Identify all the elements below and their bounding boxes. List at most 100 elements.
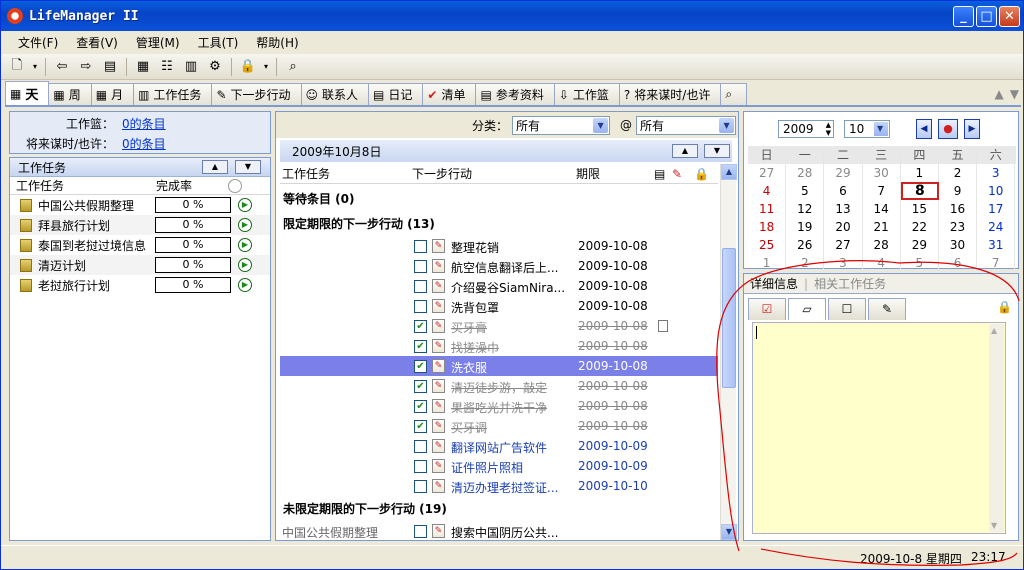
calendar-day[interactable]: 13	[824, 200, 863, 218]
tab-tasks[interactable]: ▥ 工作任务	[133, 83, 213, 105]
task-row[interactable]: 清迈计划 0 % ▶	[10, 255, 270, 275]
scroll-up-icon[interactable]: ▲	[991, 326, 997, 335]
scroll-down-icon[interactable]: ▼	[991, 521, 997, 530]
someday-count-link[interactable]: 0的条目	[122, 135, 166, 152]
action-checkbox[interactable]: ✔	[414, 400, 427, 413]
calendar-day[interactable]: 26	[786, 236, 825, 254]
action-row[interactable]: ✎ 证件照片照相 2009-10-09	[280, 456, 718, 476]
col-due-header[interactable]: 期限	[576, 165, 654, 182]
task-row[interactable]: 拜县旅行计划 0 % ▶	[10, 215, 270, 235]
calendar-day-other-month[interactable]: 1	[748, 254, 787, 272]
action-row[interactable]: ✎ 航空信息翻译后上... 2009-10-08	[280, 256, 718, 276]
action-checkbox[interactable]	[414, 300, 427, 313]
prev-day-button[interactable]: ▲	[672, 144, 698, 158]
tab-day[interactable]: ▦ 天	[5, 81, 50, 105]
task-row[interactable]: 老挝旅行计划 0 % ▶	[10, 275, 270, 295]
calendar-day[interactable]: 9	[939, 182, 978, 200]
action-row[interactable]: ✎ 洗背包罩 2009-10-08	[280, 296, 718, 316]
action-checkbox[interactable]: ✔	[414, 360, 427, 373]
calendar-day[interactable]: 29	[901, 236, 939, 254]
col-next-action-header[interactable]: 下一步行动	[412, 165, 576, 182]
action-checkbox[interactable]	[414, 240, 427, 253]
action-row[interactable]: ✎ 整理花销 2009-10-08	[280, 236, 718, 256]
calendar-day[interactable]: 1	[901, 164, 939, 182]
calendar-day[interactable]: 27	[824, 236, 863, 254]
collapse-down-button[interactable]: ▼	[235, 160, 261, 174]
calendar-day[interactable]: 22	[901, 218, 939, 236]
calendar-day[interactable]: 23	[939, 218, 978, 236]
spinner-arrows-icon[interactable]: ▲ ▼	[826, 121, 831, 137]
action-row[interactable]: ✎ 清迈办理老挝签证... 2009-10-10	[280, 476, 718, 496]
tab-search[interactable]: ⌕	[720, 83, 748, 105]
action-row[interactable]: ✎ 翻译网站广告软件 2009-10-09	[280, 436, 718, 456]
calendar-day[interactable]: 17	[977, 200, 1016, 218]
export-icon[interactable]: ⇨	[76, 57, 96, 77]
tab-related-tasks[interactable]: 相关工作任务	[808, 275, 892, 292]
calendar-day[interactable]: 16	[939, 200, 978, 218]
action-row[interactable]: ✔ ✎ 买牙膏 2009-10-08	[280, 316, 718, 336]
action-row[interactable]: ✔ ✎ 买牙调 2009-10-08	[280, 416, 718, 436]
calendar-day-other-month[interactable]: 7	[977, 254, 1016, 272]
calendar-day[interactable]: 20	[824, 218, 863, 236]
task-row[interactable]: 泰国到老挝过境信息 0 % ▶	[10, 235, 270, 255]
calendar-day[interactable]: 10	[977, 182, 1016, 200]
menu-view[interactable]: 查看(V)	[67, 34, 127, 51]
calendar-day[interactable]: 4	[748, 182, 787, 200]
col-task-header[interactable]: 工作任务	[16, 177, 156, 194]
close-button[interactable]: ✕	[999, 6, 1020, 27]
tab-detail-info[interactable]: 详细信息	[744, 275, 804, 292]
action-row[interactable]: 中国公共假期整理 ✎ 搜索中国阴历公共...	[280, 521, 718, 538]
month-select[interactable]: 10 ▼	[844, 120, 890, 138]
group-dated[interactable]: 限定期限的下一步行动 (13)	[280, 211, 718, 236]
database-icon[interactable]: ▤	[100, 57, 120, 77]
calendar-day[interactable]: 15	[901, 200, 939, 218]
tab-scroll-down-icon[interactable]: ▼	[1010, 87, 1019, 101]
calendar-day-other-month[interactable]: 27	[748, 164, 787, 182]
calendar-day[interactable]: 25	[748, 236, 787, 254]
next-day-button[interactable]: ▼	[704, 144, 730, 158]
calendar-day[interactable]: 5	[786, 182, 825, 200]
action-checkbox[interactable]: ✔	[414, 340, 427, 353]
vertical-scrollbar[interactable]: ▲ ▼	[720, 164, 737, 540]
col-rate-header[interactable]: 完成率	[156, 177, 226, 194]
note-icon[interactable]: ▱	[788, 298, 826, 320]
completion-rate-field[interactable]: 0 %	[155, 217, 231, 233]
category-select[interactable]: 所有 ▼	[512, 115, 611, 135]
calendar-day[interactable]: 6	[824, 182, 863, 200]
calendar-day-other-month[interactable]: 2	[786, 254, 825, 272]
tab-week[interactable]: ▦ 周	[48, 83, 92, 105]
calendar-day[interactable]: 14	[863, 200, 901, 218]
title-bar[interactable]: LifeManager II _ □ ✕	[1, 1, 1023, 31]
action-row[interactable]: ✔ ✎ 清迈徒步游，敲定 2009-10-08	[280, 376, 718, 396]
action-checkbox[interactable]	[414, 260, 427, 273]
calendar-day[interactable]: 28	[863, 236, 901, 254]
completion-rate-field[interactable]: 0 %	[155, 277, 231, 293]
menu-help[interactable]: 帮助(H)	[247, 34, 307, 51]
calendar-day-other-month[interactable]: 6	[939, 254, 978, 272]
search-icon[interactable]: ⌕	[283, 57, 303, 77]
action-checkbox[interactable]: ✔	[414, 380, 427, 393]
tab-diary[interactable]: ▤ 日记	[368, 83, 424, 105]
menu-manage[interactable]: 管理(M)	[127, 34, 189, 51]
calendar-day[interactable]: 19	[786, 218, 825, 236]
calendar-day[interactable]: 8	[900, 182, 939, 200]
menu-file[interactable]: 文件(F)	[9, 34, 67, 51]
tab-inbox[interactable]: ⇩ 工作篮	[553, 83, 620, 105]
tab-scroll-up-icon[interactable]: ▲	[995, 87, 1004, 101]
scroll-down-button[interactable]: ▼	[721, 524, 737, 540]
action-checkbox[interactable]	[414, 440, 427, 453]
new-dropdown-icon[interactable]: ▾	[31, 57, 39, 77]
calendar-day-other-month[interactable]: 3	[824, 254, 863, 272]
new-document-icon[interactable]: 🗋	[7, 57, 27, 77]
task-detail-icon[interactable]: ☐	[828, 298, 866, 320]
col-task-header[interactable]: 工作任务	[282, 165, 412, 182]
action-checkbox[interactable]	[414, 460, 427, 473]
action-checkbox[interactable]	[414, 280, 427, 293]
scroll-thumb[interactable]	[722, 248, 736, 388]
action-row[interactable]: ✔ ✎ 果酱吃光并洗干净 2009-10-08	[280, 396, 718, 416]
calendar-day[interactable]: 21	[863, 218, 901, 236]
tab-reference[interactable]: ▤ 参考资料	[475, 83, 555, 105]
calendar-day[interactable]: 2	[939, 164, 978, 182]
go-arrow-icon[interactable]: ▶	[238, 218, 252, 232]
next-month-button[interactable]: ▶	[964, 119, 980, 139]
